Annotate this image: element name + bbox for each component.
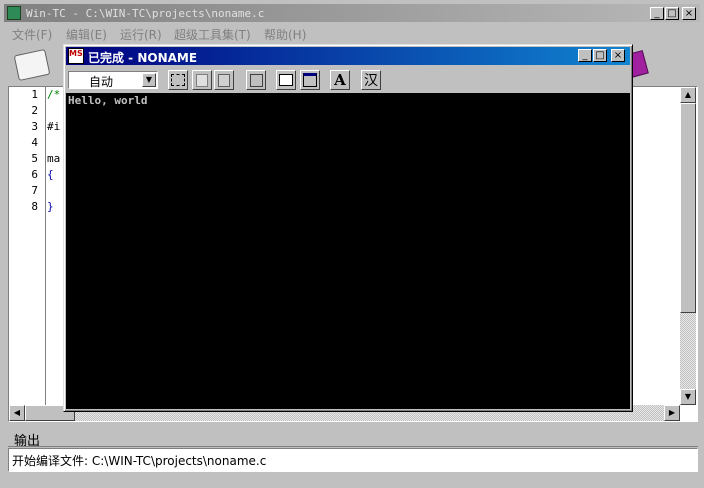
copy-icon[interactable] — [192, 70, 212, 90]
output-message: 开始编译文件: C:\WIN-TC\projects\noname.c — [12, 454, 267, 468]
line-number: 7 — [31, 184, 38, 197]
scroll-left-button[interactable]: ◀ — [9, 405, 25, 421]
mark-icon[interactable] — [168, 70, 188, 90]
line-number: 1 — [31, 88, 38, 101]
chinese-input-button[interactable]: 汉 — [361, 70, 381, 90]
line-number: 6 — [31, 168, 38, 181]
console-screen[interactable]: Hello, world — [66, 93, 630, 409]
menu-bar: 文件(F) 编辑(E) 运行(R) 超级工具集(T) 帮助(H) — [4, 23, 700, 43]
fullscreen-icon[interactable] — [246, 70, 266, 90]
console-close-button[interactable]: × — [611, 49, 625, 62]
vertical-scrollbar[interactable]: ▲ ▼ — [680, 87, 696, 405]
minimize-button[interactable]: _ — [650, 7, 664, 20]
code-line: ma — [47, 152, 61, 165]
line-number: 2 — [31, 104, 38, 117]
scroll-right-button[interactable]: ▶ — [664, 405, 680, 421]
console-minimize-button[interactable]: _ — [578, 49, 592, 62]
line-number: 4 — [31, 136, 38, 149]
menu-file[interactable]: 文件(F) — [12, 26, 52, 43]
close-button[interactable]: × — [682, 7, 696, 20]
properties-icon[interactable] — [276, 70, 296, 90]
console-font-select-value: 自动 — [89, 75, 114, 89]
menu-help[interactable]: 帮助(H) — [264, 26, 306, 43]
output-panel-divider — [8, 446, 698, 447]
scroll-up-button[interactable]: ▲ — [680, 87, 696, 103]
console-maximize-button[interactable]: □ — [593, 49, 607, 62]
chevron-down-icon[interactable]: ▼ — [142, 73, 156, 87]
maximize-button[interactable]: □ — [665, 7, 679, 20]
paste-icon[interactable] — [214, 70, 234, 90]
code-line: #i — [47, 120, 61, 133]
menu-run[interactable]: 运行(R) — [120, 26, 162, 43]
console-title-bar[interactable]: MS 已完成 - NONAME _ □ × — [66, 47, 630, 65]
console-output: Hello, world — [68, 94, 148, 107]
menu-tools[interactable]: 超级工具集(T) — [174, 26, 251, 43]
background-icon[interactable] — [300, 70, 320, 90]
code-line: { — [47, 168, 54, 181]
main-title-bar[interactable]: Win-TC - C:\WIN-TC\projects\noname.c _ □… — [4, 4, 700, 22]
main-window-title: Win-TC - C:\WIN-TC\projects\noname.c — [26, 7, 265, 20]
console-title: 已完成 - NONAME — [88, 51, 198, 65]
console-font-select[interactable]: 自动 ▼ — [68, 71, 158, 89]
scroll-down-button[interactable]: ▼ — [680, 389, 696, 405]
line-number: 8 — [31, 200, 38, 213]
msdos-icon: MS — [68, 48, 84, 64]
line-number: 5 — [31, 152, 38, 165]
font-button[interactable]: A — [330, 70, 350, 90]
new-file-icon[interactable] — [13, 48, 51, 82]
wintc-app-icon — [7, 6, 21, 20]
code-line: } — [47, 200, 54, 213]
line-number: 3 — [31, 120, 38, 133]
vertical-scroll-thumb[interactable] — [680, 103, 696, 313]
code-line: /* — [47, 88, 61, 101]
output-panel[interactable]: 开始编译文件: C:\WIN-TC\projects\noname.c — [8, 448, 698, 472]
msdos-icon-text: MS — [69, 49, 83, 58]
menu-edit[interactable]: 编辑(E) — [66, 26, 107, 43]
